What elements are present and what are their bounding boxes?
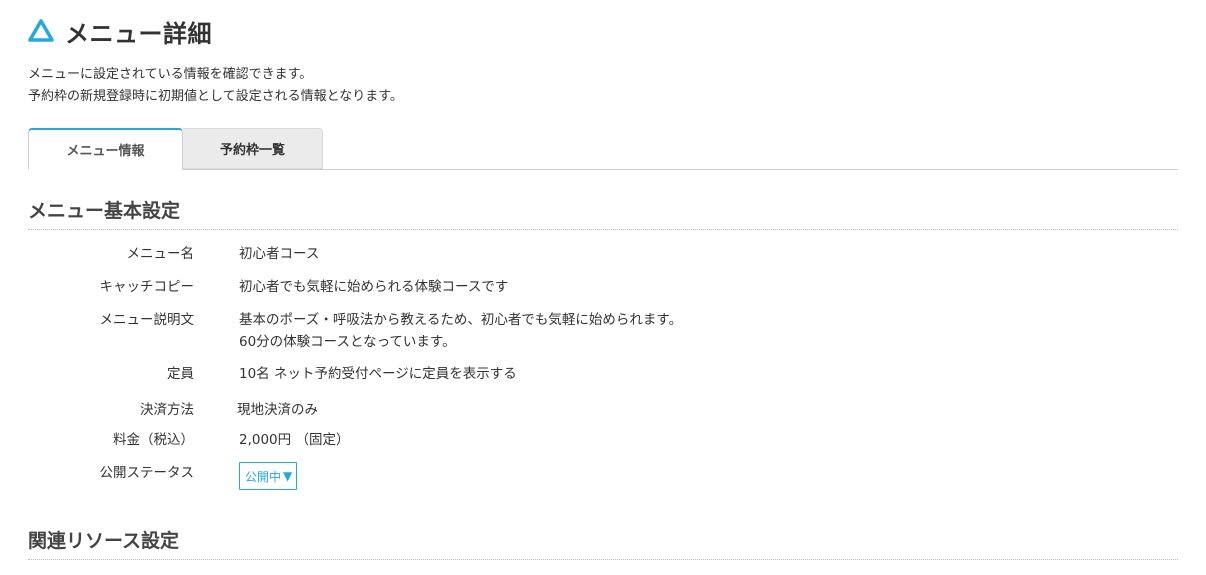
- publish-status-dropdown[interactable]: 公開中 ▼: [239, 462, 298, 490]
- tab-bar: メニュー情報 予約枠一覧: [28, 128, 1178, 170]
- section-heading-basic-settings: メニュー基本設定: [28, 196, 1178, 230]
- page: メニュー詳細 メニューに設定されている情報を確認できます。 予約枠の新規登録時に…: [0, 0, 1206, 575]
- price-value: 2,000円 （固定）: [239, 432, 350, 448]
- row-publish-status: 公開ステータス 公開中 ▼: [28, 462, 1178, 494]
- page-title: メニュー詳細: [65, 19, 212, 48]
- capacity-value: 10名 ネット予約受付ページに定員を表示する: [239, 366, 517, 382]
- tab-reservation-slots[interactable]: 予約枠一覧: [183, 128, 323, 169]
- capacity-label: 定員: [167, 366, 194, 382]
- menu-description-value-line-1: 基本のポーズ・呼吸法から教えるため、初心者でも気軽に始められます。: [239, 312, 683, 328]
- menu-name-label: メニュー名: [126, 246, 195, 262]
- tab-menu-info[interactable]: メニュー情報: [28, 128, 183, 170]
- caret-down-icon: ▼: [283, 469, 293, 483]
- payment-method-label: 決済方法: [140, 402, 194, 418]
- menu-name-value: 初心者コース: [239, 246, 320, 262]
- menu-description-value-line-2: 60分の体験コースとなっています。: [239, 334, 456, 350]
- menu-description-label: メニュー説明文: [99, 312, 195, 328]
- price-label: 料金（税込）: [113, 432, 194, 448]
- catch-copy-label: キャッチコピー: [99, 279, 195, 295]
- page-header: メニュー詳細: [28, 14, 212, 48]
- description-line-2: 予約枠の新規登録時に初期値として設定される情報となります。: [28, 89, 403, 104]
- publish-status-value: 公開中: [245, 469, 282, 484]
- publish-status-label: 公開ステータス: [99, 465, 195, 481]
- description-line-1: メニューに設定されている情報を確認できます。: [28, 67, 313, 82]
- triangle-logo-icon: [28, 19, 54, 43]
- payment-method-value: 現地決済のみ: [237, 402, 318, 418]
- catch-copy-value: 初心者でも気軽に始められる体験コースです: [239, 279, 509, 295]
- row-menu-description: メニュー説明文 基本のポーズ・呼吸法から教えるため、初心者でも気軽に始められます…: [28, 309, 1178, 353]
- section-heading-related-resources: 関連リソース設定: [28, 526, 1178, 560]
- page-description: メニューに設定されている情報を確認できます。 予約枠の新規登録時に初期値として設…: [28, 64, 403, 108]
